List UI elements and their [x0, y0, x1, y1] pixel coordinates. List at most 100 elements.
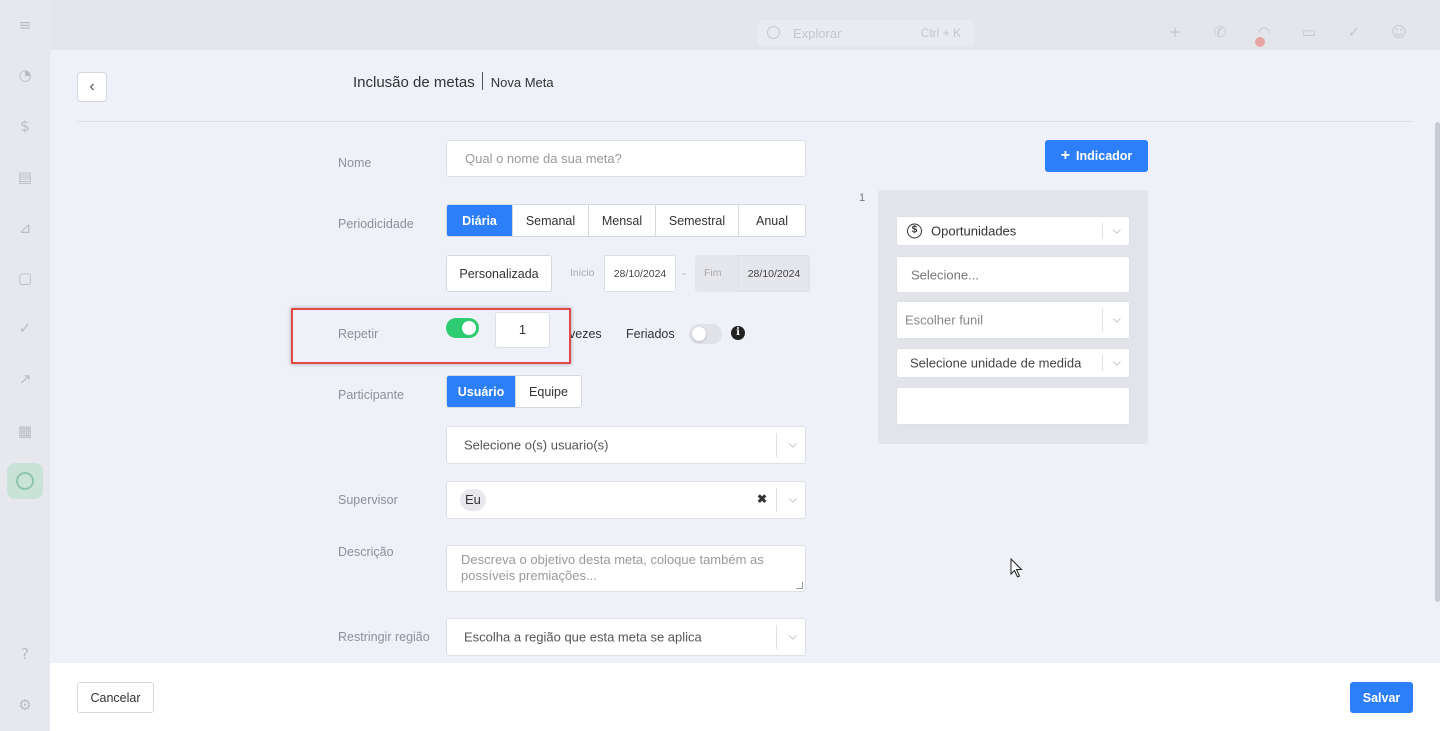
end-date-field: Fim 28/10/2024	[695, 255, 810, 292]
funil-select[interactable]: Escolher funil ⌵	[896, 301, 1130, 339]
repeat-count-value: 1	[518, 322, 527, 337]
resize-handle[interactable]	[796, 582, 803, 589]
add-indicator-label: Indicador	[1076, 149, 1133, 163]
chevron-down-icon: ⌵	[1112, 223, 1121, 237]
header-divider	[77, 121, 1413, 122]
indicator-selecione-placeholder: Selecione...	[911, 267, 979, 282]
form-footer: Cancelar Salvar	[50, 663, 1440, 731]
indicator-type-select[interactable]: $ Oportunidades ⌵	[896, 216, 1130, 246]
goal-form-panel: ‹ Inclusão de metas Nova Meta Nome Qual o…	[50, 50, 1440, 731]
end-date-value: 28/10/2024	[738, 255, 810, 292]
participante-selector: Usuário Equipe	[446, 375, 582, 408]
participante-option-usuario[interactable]: Usuário	[447, 376, 516, 407]
plus-icon: +	[1060, 147, 1071, 164]
cancel-button[interactable]: Cancelar	[77, 682, 154, 713]
calendar-icon[interactable]: ▢	[17, 270, 33, 286]
info-icon[interactable]: i	[731, 326, 745, 340]
clear-icon[interactable]: ✖	[757, 492, 767, 506]
date-range-separator: -	[682, 266, 686, 280]
chart-icon[interactable]: ⊿	[17, 220, 33, 236]
search-shortcut: Ctrl + K	[920, 26, 961, 40]
start-date-value[interactable]: 28/10/2024	[604, 255, 676, 292]
page-subtitle: Nova Meta	[490, 75, 554, 90]
indicator-type-value: Oportunidades	[931, 223, 1017, 239]
period-option-semanal[interactable]: Semanal	[513, 205, 589, 236]
compass-icon	[767, 26, 780, 39]
check-circle-icon[interactable]: ✓	[17, 320, 33, 336]
repetir-label: Repetir	[338, 327, 379, 341]
building-icon[interactable]: ▤	[17, 169, 33, 185]
nome-input[interactable]: Qual o nome da sua meta?	[446, 140, 806, 177]
regiao-label: Restringir região	[338, 630, 430, 644]
regiao-select[interactable]: Escolha a região que esta meta se aplica…	[446, 618, 806, 656]
repetir-toggle[interactable]	[446, 318, 479, 338]
indicator-value-input[interactable]	[896, 387, 1130, 425]
goals-icon[interactable]	[7, 463, 43, 499]
indicator-card: $ Oportunidades ⌵ Selecione... Escolher …	[878, 190, 1148, 444]
usuarios-placeholder: Selecione o(s) usuario(s)	[464, 437, 609, 453]
indicator-index: 1	[859, 192, 866, 204]
repeat-count-suffix: vezes	[569, 327, 602, 341]
periodicidade-label: Periodicidade	[338, 217, 414, 231]
title-text: Inclusão de metas	[353, 74, 475, 91]
personalizada-button[interactable]: Personalizada	[446, 255, 552, 292]
dollar-icon[interactable]: $	[17, 118, 33, 134]
period-option-anual[interactable]: Anual	[739, 205, 805, 236]
descricao-textarea[interactable]: Descreva o objetivo desta meta, coloque …	[446, 545, 806, 592]
regiao-placeholder: Escolha a região que esta meta se aplica	[464, 629, 702, 645]
participante-label: Participante	[338, 388, 405, 402]
back-button[interactable]: ‹	[77, 72, 107, 102]
unidade-placeholder: Selecione unidade de medida	[910, 355, 1082, 371]
mouse-cursor-icon	[1010, 558, 1023, 578]
descricao-label: Descrição	[338, 545, 394, 559]
help-icon[interactable]: ?	[17, 646, 33, 662]
end-date-label: Fim	[704, 267, 722, 279]
nome-label: Nome	[338, 156, 372, 170]
trend-icon[interactable]: ↗	[17, 371, 33, 387]
usuarios-select[interactable]: Selecione o(s) usuario(s) ⌵	[446, 426, 806, 464]
notification-badge	[1255, 37, 1265, 47]
period-option-diaria[interactable]: Diária	[447, 205, 513, 236]
dashboard-icon[interactable]: ◔	[17, 67, 33, 83]
dollar-circle-icon: $	[907, 223, 922, 239]
indicator-selecione-field[interactable]: Selecione...	[896, 256, 1130, 293]
save-button[interactable]: Salvar	[1350, 682, 1413, 713]
title-separator	[481, 72, 483, 90]
explore-search[interactable]: Explorar Ctrl + K	[757, 20, 975, 46]
chevron-down-icon: ⌵	[1112, 312, 1121, 326]
supervisor-select[interactable]: Eu ✖ ⌵	[446, 481, 806, 519]
chevron-down-icon: ⌵	[788, 492, 797, 506]
scrollbar[interactable]	[1435, 122, 1440, 602]
supervisor-label: Supervisor	[338, 493, 398, 507]
app-sidebar: ≡ ◔ $ ▤ ⊿ ▢ ✓ ↗ ▦ ? ⚙	[0, 0, 50, 731]
participante-option-equipe[interactable]: Equipe	[516, 376, 581, 407]
descricao-placeholder: Descreva o objetivo desta meta, coloque …	[461, 552, 764, 583]
repeat-count-input[interactable]: 1	[495, 312, 550, 348]
period-option-semestral[interactable]: Semestral	[656, 205, 739, 236]
add-indicator-button[interactable]: + Indicador	[1045, 140, 1148, 172]
chevron-down-icon: ⌵	[788, 629, 797, 643]
widgets-icon[interactable]: ▦	[17, 423, 33, 439]
gear-icon[interactable]: ⚙	[17, 697, 33, 713]
user-avatar-icon[interactable]: ☺	[1391, 24, 1407, 40]
nome-placeholder: Qual o nome da sua meta?	[465, 151, 622, 166]
periodicidade-selector: Diária Semanal Mensal Semestral Anual	[446, 204, 806, 237]
plus-icon[interactable]: +	[1167, 24, 1183, 40]
funil-placeholder: Escolher funil	[905, 312, 984, 328]
search-placeholder: Explorar	[793, 26, 842, 41]
chevron-left-icon: ‹	[89, 78, 95, 95]
start-date-field[interactable]: Inicio 28/10/2024	[561, 255, 676, 292]
menu-icon[interactable]: ≡	[17, 17, 33, 33]
period-option-mensal[interactable]: Mensal	[589, 205, 656, 236]
chevron-down-icon: ⌵	[1112, 355, 1121, 369]
phone-icon[interactable]: ✆	[1212, 24, 1228, 40]
supervisor-chip: Eu	[460, 489, 486, 511]
feriados-label: Feriados	[626, 327, 675, 341]
unidade-select[interactable]: Selecione unidade de medida ⌵	[896, 348, 1130, 378]
inbox-icon[interactable]: ▭	[1301, 24, 1317, 40]
page-title: Inclusão de metas Nova Meta	[353, 72, 554, 91]
task-check-icon[interactable]: ✓	[1346, 24, 1362, 40]
feriados-toggle[interactable]	[689, 324, 722, 344]
start-date-label: Inicio	[570, 267, 595, 279]
chevron-down-icon: ⌵	[788, 437, 797, 451]
